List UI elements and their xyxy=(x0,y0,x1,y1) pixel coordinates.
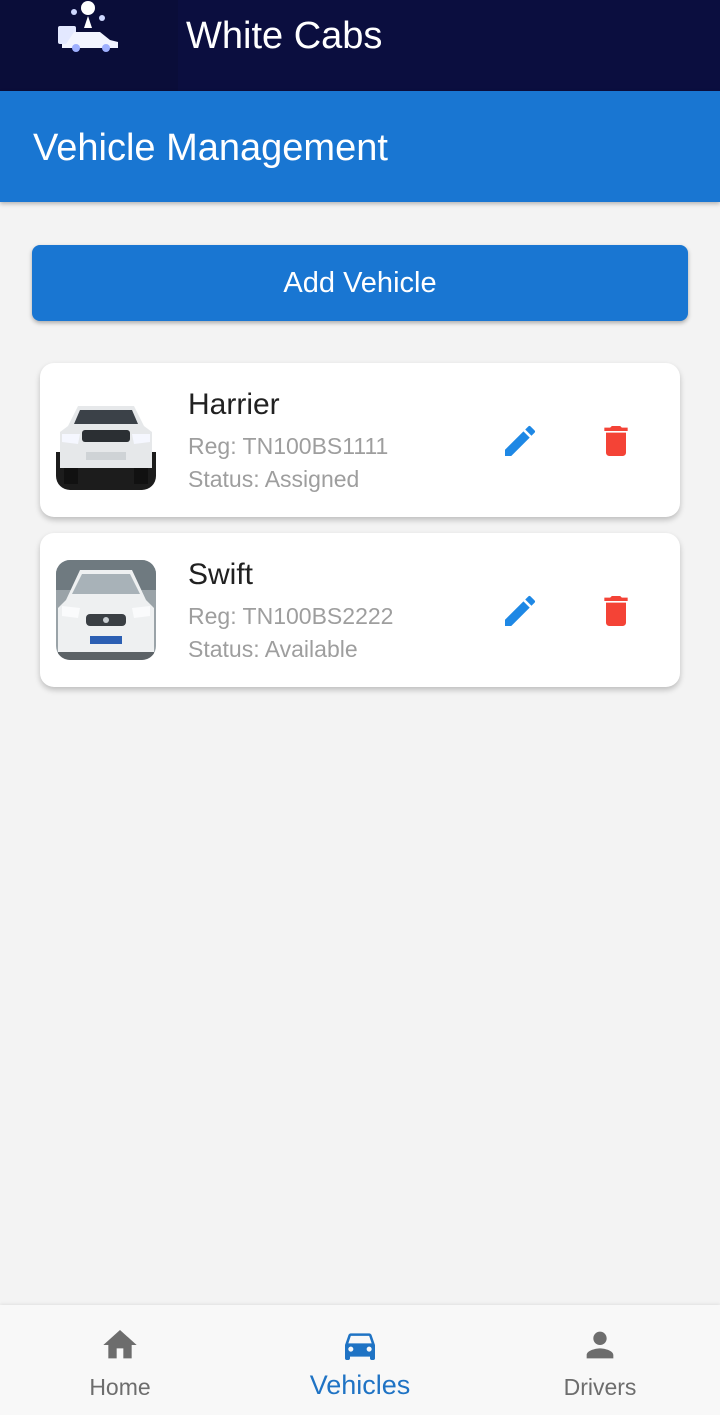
nav-home[interactable]: Home xyxy=(0,1305,240,1415)
add-vehicle-button[interactable]: Add Vehicle xyxy=(32,245,688,321)
nav-drivers[interactable]: Drivers xyxy=(480,1305,720,1415)
delete-vehicle-button[interactable] xyxy=(588,413,644,469)
vehicle-card[interactable]: Swift Reg: TN100BS2222 Status: Available xyxy=(40,533,680,687)
car-icon xyxy=(345,1333,375,1360)
trash-icon xyxy=(604,596,628,626)
vehicle-thumbnail xyxy=(56,560,156,660)
edit-icon xyxy=(505,425,536,456)
edit-icon xyxy=(505,595,536,626)
nav-vehicles[interactable]: Vehicles xyxy=(240,1305,480,1415)
nav-vehicles-label: Vehicles xyxy=(309,1370,411,1400)
delete-vehicle-button[interactable] xyxy=(588,583,644,639)
person-icon xyxy=(586,1331,614,1359)
vehicle-registration: Reg: TN100BS1111 xyxy=(188,433,389,459)
vehicle-thumbnail xyxy=(56,390,156,490)
logo-graphic xyxy=(58,1,118,52)
page-header: Vehicle Management xyxy=(0,91,720,202)
edit-vehicle-button[interactable] xyxy=(492,413,548,469)
vehicle-name: Harrier xyxy=(188,388,280,421)
vehicle-registration: Reg: TN100BS2222 xyxy=(188,603,394,629)
bottom-navigation: Home Vehicles Drivers xyxy=(0,1305,720,1415)
trash-icon xyxy=(604,426,628,456)
app-logo xyxy=(0,0,178,91)
vehicle-name: Swift xyxy=(188,558,254,591)
vehicle-card[interactable]: Harrier Reg: TN100BS1111 Status: Assigne… xyxy=(40,363,680,517)
home-icon xyxy=(103,1330,137,1359)
vehicle-status: Status: Available xyxy=(188,636,358,662)
app-bar: White Cabs xyxy=(0,0,720,91)
vehicle-status: Status: Assigned xyxy=(188,466,360,492)
edit-vehicle-button[interactable] xyxy=(492,583,548,639)
page-title: Vehicle Management xyxy=(33,127,388,169)
app-title: White Cabs xyxy=(186,15,383,57)
nav-home-label: Home xyxy=(89,1374,151,1400)
nav-drivers-label: Drivers xyxy=(563,1374,637,1400)
